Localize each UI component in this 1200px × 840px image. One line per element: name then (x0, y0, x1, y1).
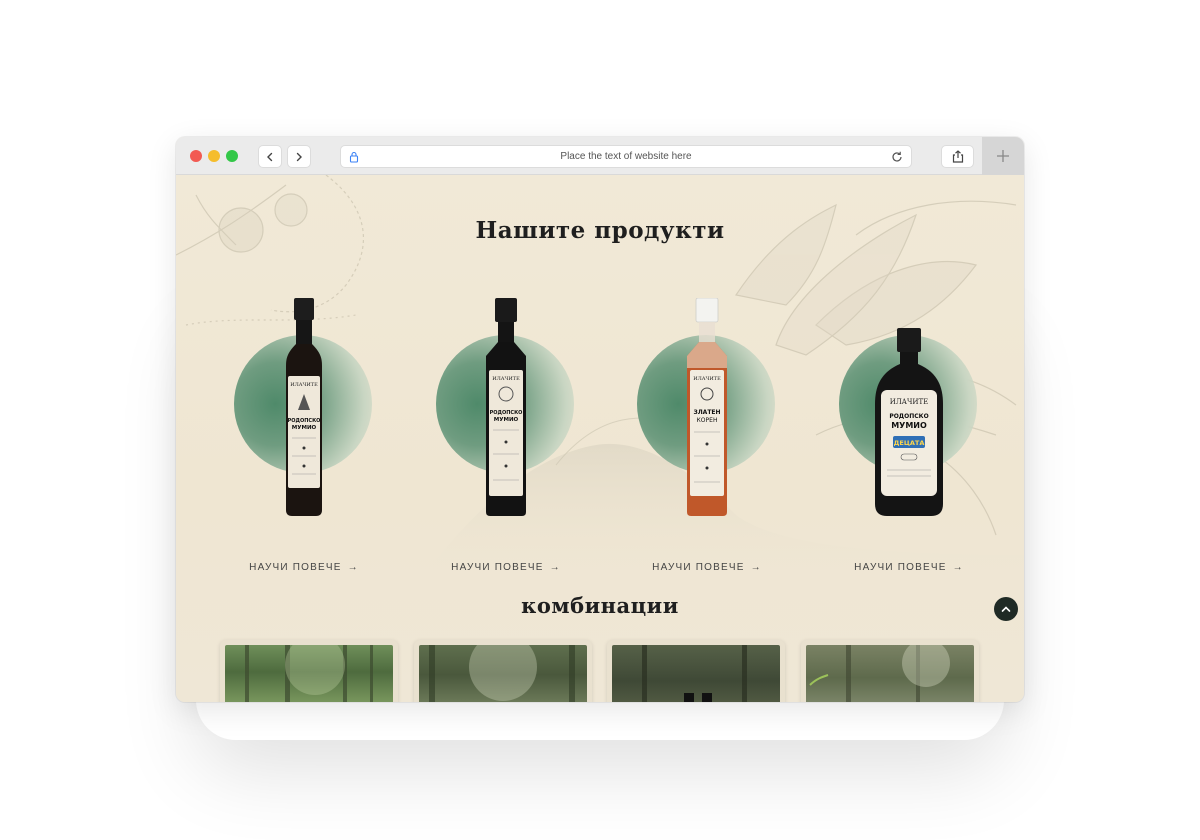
combo-card[interactable] (607, 640, 785, 702)
combos-heading: комбинации (521, 593, 679, 618)
product-bottle-image: ИЛАЧИТЕ РОДОПСКО МУМИО (486, 298, 526, 516)
browser-toolbar: Place the text of website here (176, 137, 1024, 175)
product-card[interactable]: ИЛАЧИТЕ РОДОПСКО МУМИО ДЕЦАТА НАУЧИ ПОВЕ… (819, 295, 999, 595)
product-bottle-image: ИЛАЧИТЕ РОДОПСКО МУМИО (286, 298, 322, 516)
product-card[interactable]: ИЛАЧИТЕ ЗЛАТЕН КОРЕН НАУЧИ ПОВЕЧЕ → (617, 295, 797, 595)
combo-image (612, 645, 780, 702)
share-button[interactable] (941, 145, 974, 168)
close-window-button[interactable] (190, 150, 202, 162)
learn-more-label: НАУЧИ ПОВЕЧЕ (451, 562, 544, 573)
svg-text:ДЕЦАТА: ДЕЦАТА (894, 439, 925, 447)
zoom-window-button[interactable] (226, 150, 238, 162)
arrow-right-icon: → (549, 562, 561, 573)
svg-text:РОДОПСКО: РОДОПСКО (288, 418, 321, 424)
browser-window: Place the text of website here Нашите пр… (176, 137, 1024, 702)
products-heading: Нашите продукти (475, 217, 725, 244)
svg-text:КОРЕН: КОРЕН (697, 417, 718, 424)
combo-card[interactable] (220, 640, 398, 702)
svg-text:МУМИО: МУМИО (494, 417, 519, 423)
url-text: Place the text of website here (560, 151, 692, 162)
page-content: Нашите продукти ИЛАЧИТЕ РОДОПСКО МУМИО Н… (176, 175, 1024, 702)
arrow-right-icon: → (750, 562, 762, 573)
new-tab-button[interactable] (982, 137, 1024, 175)
learn-more-label: НАУЧИ ПОВЕЧЕ (249, 562, 342, 573)
learn-more-link[interactable]: НАУЧИ ПОВЕЧЕ → (819, 562, 999, 573)
product-bottle-image: ИЛАЧИТЕ ЗЛАТЕН КОРЕН (687, 298, 727, 516)
product-bottle-image: ИЛАЧИТЕ РОДОПСКО МУМИО ДЕЦАТА (875, 328, 943, 516)
forward-chevron-icon (296, 152, 302, 161)
svg-text:ИЛАЧИТЕ: ИЛАЧИТЕ (890, 398, 929, 406)
combo-image (225, 645, 393, 702)
reload-icon[interactable] (890, 150, 904, 164)
learn-more-link[interactable]: НАУЧИ ПОВЕЧЕ → (617, 562, 797, 573)
minimize-window-button[interactable] (208, 150, 220, 162)
back-chevron-icon (267, 152, 273, 161)
back-button[interactable] (258, 145, 282, 168)
plus-icon (997, 150, 1009, 162)
learn-more-label: НАУЧИ ПОВЕЧЕ (854, 562, 947, 573)
arrow-right-icon: → (952, 562, 964, 573)
forward-button[interactable] (287, 145, 311, 168)
combo-image (806, 645, 974, 702)
learn-more-link[interactable]: НАУЧИ ПОВЕЧЕ → (416, 562, 596, 573)
learn-more-label: НАУЧИ ПОВЕЧЕ (652, 562, 745, 573)
svg-text:МУМИО: МУМИО (292, 425, 317, 431)
svg-text:ИЛАЧИТЕ: ИЛАЧИТЕ (693, 376, 721, 382)
product-card[interactable]: ИЛАЧИТЕ РОДОПСКО МУМИО НАУЧИ ПОВЕЧЕ → (214, 295, 394, 595)
combo-image (419, 645, 587, 702)
share-icon (952, 150, 963, 163)
arrow-right-icon: → (347, 562, 359, 573)
svg-text:РОДОПСКО: РОДОПСКО (490, 410, 523, 416)
svg-text:ИЛАЧИТЕ: ИЛАЧИТЕ (492, 376, 520, 382)
combo-card[interactable] (801, 640, 979, 702)
learn-more-link[interactable]: НАУЧИ ПОВЕЧЕ → (214, 562, 394, 573)
address-bar[interactable]: Place the text of website here (340, 145, 912, 168)
svg-text:РОДОПСКО: РОДОПСКО (889, 413, 928, 420)
stage: Place the text of website here Нашите пр… (0, 0, 1200, 840)
product-card[interactable]: ИЛАЧИТЕ РОДОПСКО МУМИО НАУЧИ ПОВЕЧЕ → (416, 295, 596, 595)
bottle-brand-text: ИЛАЧИТЕ (290, 382, 318, 388)
svg-text:МУМИО: МУМИО (891, 421, 927, 430)
svg-text:ЗЛАТЕН: ЗЛАТЕН (693, 409, 720, 416)
combo-card[interactable] (414, 640, 592, 702)
